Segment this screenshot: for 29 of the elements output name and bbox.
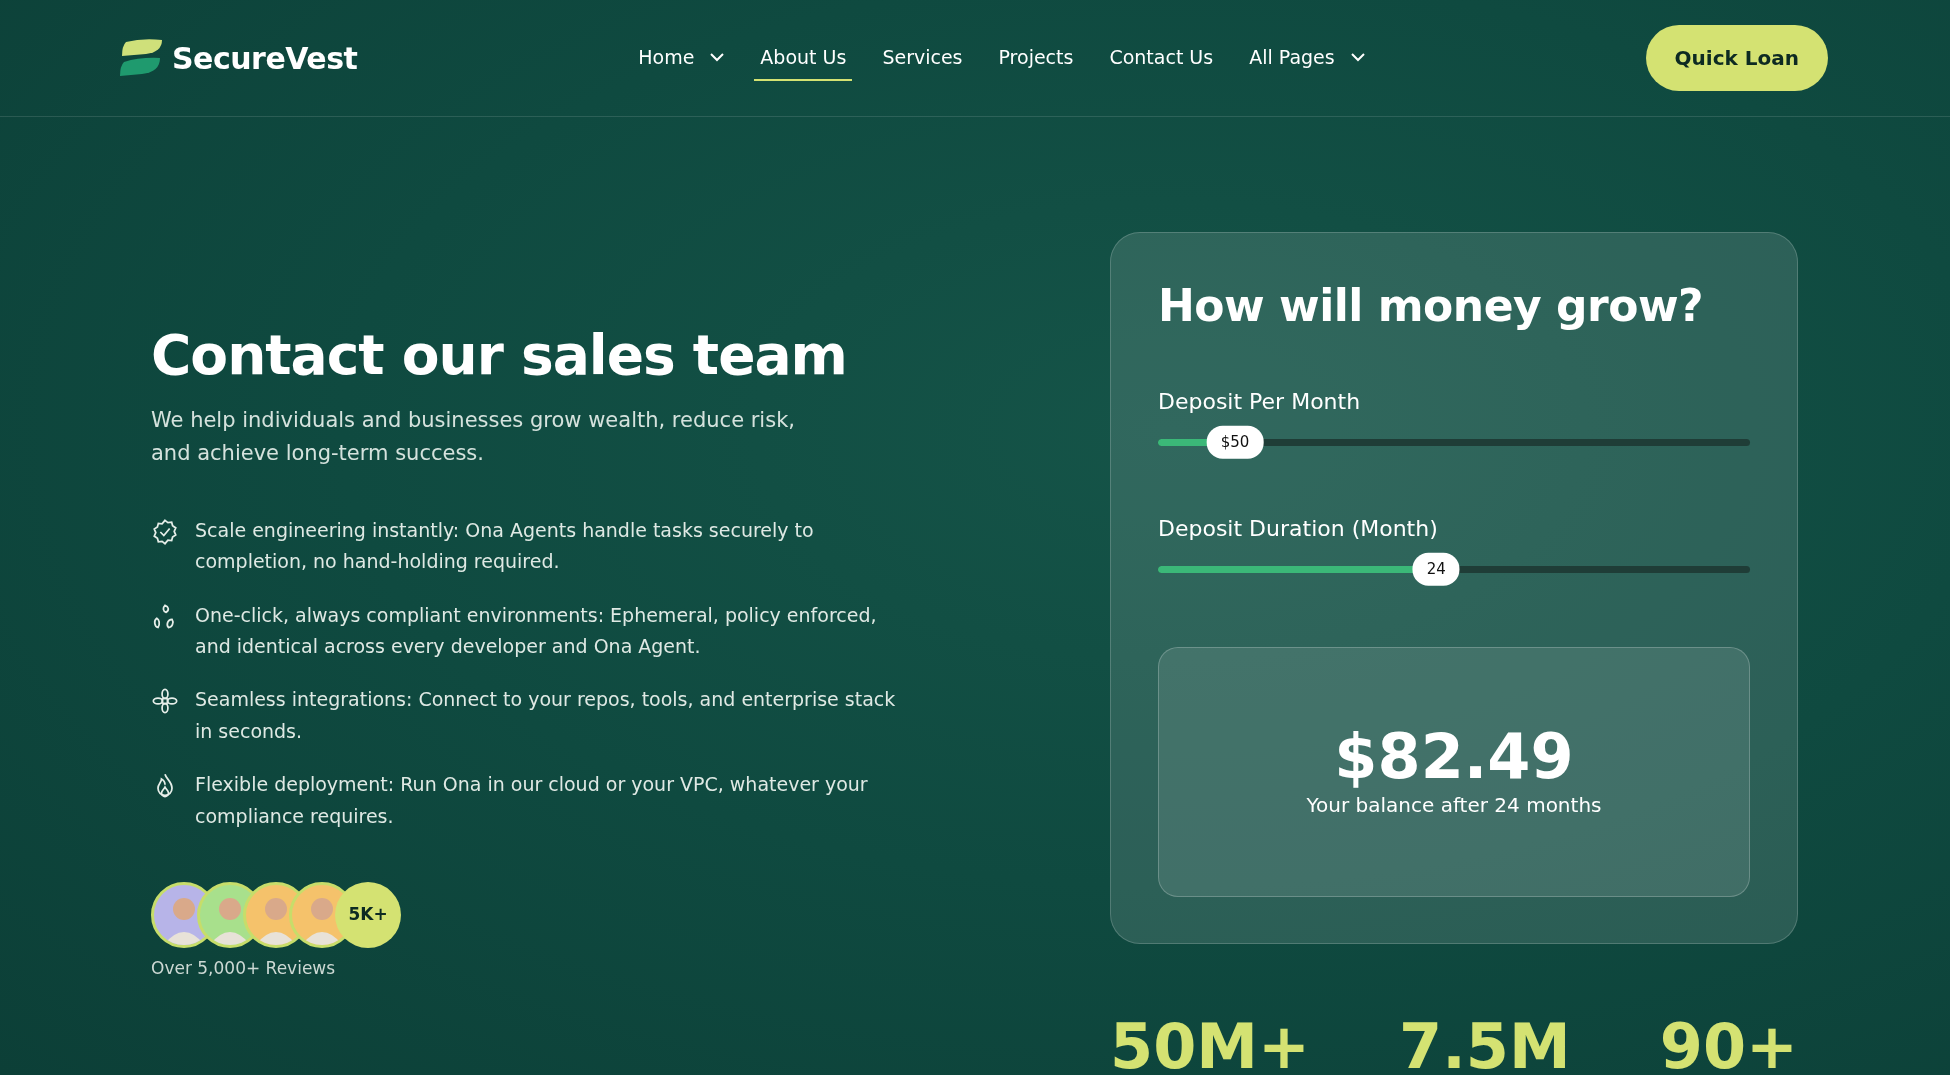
- review-count-badge: 5K+: [335, 881, 401, 948]
- feature-text: Seamless integrations: Connect to your repos, tools, and enterprise stack in seconds.: [195, 687, 897, 744]
- slider-thumb[interactable]: 24: [1412, 552, 1460, 586]
- nav-link[interactable]: Home: [632, 34, 731, 82]
- nav-link[interactable]: All Pages: [1243, 34, 1371, 82]
- nav-link[interactable]: About Us: [754, 34, 853, 82]
- badge-check-icon: [151, 518, 179, 547]
- feature-text: Flexible deployment: Run Ona in our cloud or your VPC, whatever your compliance requires.: [195, 772, 869, 829]
- hero-subtitle: We help individuals and businesses grow wealth, reduce risk, and achieve long-term success.: [151, 407, 796, 467]
- brand-name[interactable]: SecureVest: [172, 35, 358, 81]
- balance-amount: $82.49: [1334, 724, 1574, 790]
- reviews-text: Over 5,000+ Reviews: [151, 956, 337, 980]
- stat-value: 7.5M: [1399, 1016, 1571, 1075]
- balance-caption: Your balance after 24 months: [1306, 791, 1602, 819]
- slider-label: Deposit Duration (Month): [1158, 515, 1439, 543]
- stat-value: 50M+: [1110, 1016, 1310, 1075]
- nav-link[interactable]: Contact Us: [1103, 34, 1220, 82]
- slider-thumb[interactable]: $50: [1206, 425, 1264, 459]
- hero-heading: Contact our sales team: [151, 322, 848, 388]
- nav-link[interactable]: Projects: [992, 34, 1080, 82]
- flower-icon: [151, 687, 179, 716]
- feature-text: One-click, always compliant environments: Ephemeral, policy enforced, and identical across every developer and Ona Agent.: [195, 602, 878, 660]
- calculator-title: How will money grow?: [1158, 279, 1705, 333]
- logo-icon: [120, 38, 164, 78]
- stat-value: 90+: [1659, 1016, 1798, 1075]
- nav-link[interactable]: Services: [876, 34, 969, 82]
- quick-loan-button[interactable]: Quick Loan: [1645, 25, 1828, 91]
- slider-label: Deposit Per Month: [1158, 388, 1362, 416]
- feature-text: Scale engineering instantly: Ona Agents handle tasks securely to completion, no hand-holding required.: [195, 518, 815, 575]
